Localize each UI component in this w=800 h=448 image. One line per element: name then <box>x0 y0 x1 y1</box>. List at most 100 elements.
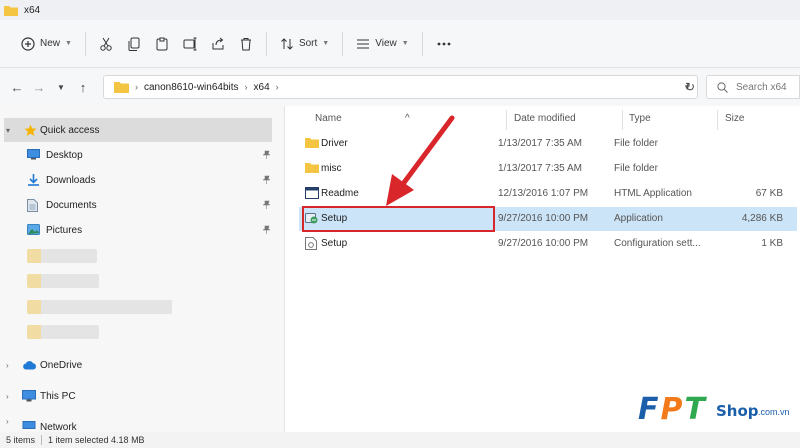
nav-label: Downloads <box>46 174 96 186</box>
search-icon <box>717 81 728 93</box>
address-bar[interactable]: › canon8610-win64bits › x64 › ▼ <box>103 75 698 99</box>
nav-documents[interactable]: Documents <box>0 193 278 217</box>
nav-quick-access[interactable]: ▾ Quick access <box>4 118 272 142</box>
blurred-folder-entry <box>27 249 97 263</box>
pin-icon[interactable] <box>262 200 271 209</box>
file-date: 9/27/2016 10:00 PM <box>498 213 589 224</box>
file-size: 1 KB <box>761 238 783 249</box>
column-divider[interactable] <box>622 110 623 130</box>
up-button[interactable]: ↑ <box>72 74 94 100</box>
share-button[interactable] <box>204 29 232 59</box>
network-icon <box>22 421 36 429</box>
nav-label: Desktop <box>46 149 83 161</box>
expand-arrow-icon[interactable]: ▾ <box>6 126 10 135</box>
arrow-right-icon: → <box>32 79 46 95</box>
file-name: misc <box>321 163 342 174</box>
search-input[interactable]: Search x64 <box>706 75 800 99</box>
folder-icon <box>305 138 319 148</box>
nav-label: OneDrive <box>40 359 83 371</box>
chevron-down-icon: ▼ <box>65 40 72 47</box>
nav-pictures[interactable]: Pictures <box>0 218 278 242</box>
file-row[interactable]: Driver 1/13/2017 7:35 AM File folder <box>299 132 797 156</box>
breadcrumb-separator: › <box>135 82 138 92</box>
watermark-logo: FPT <box>638 392 707 427</box>
file-type: Application <box>614 213 663 224</box>
nav-label: Network <box>40 422 77 430</box>
back-button[interactable]: ← <box>6 74 28 100</box>
folder-icon <box>305 163 319 173</box>
column-header-type[interactable]: Type <box>629 113 651 124</box>
expand-arrow-icon[interactable]: › <box>6 417 9 426</box>
file-date: 1/13/2017 7:35 AM <box>498 138 582 149</box>
column-header-name[interactable]: Name <box>315 113 342 124</box>
rename-button[interactable] <box>176 29 204 59</box>
download-icon <box>28 174 39 186</box>
recent-locations-button[interactable]: ▼ <box>50 74 72 100</box>
file-size: 4,286 KB <box>741 213 783 224</box>
file-type: File folder <box>614 138 658 149</box>
document-icon <box>27 199 38 212</box>
address-row: ← → ▼ ↑ › canon8610-win64bits › x64 › ▼ … <box>0 68 800 106</box>
watermark-domain: .com.vn <box>758 407 790 417</box>
toolbar-divider <box>342 31 344 56</box>
folder-icon <box>114 82 129 93</box>
arrow-up-icon: ↑ <box>79 79 87 95</box>
title-bar: x64 <box>0 0 800 20</box>
chevron-down-icon: ▼ <box>57 82 65 92</box>
column-header-size[interactable]: Size <box>725 113 744 124</box>
sort-button[interactable]: Sort ▼ <box>273 29 336 59</box>
more-options-button[interactable] <box>429 29 459 59</box>
expand-arrow-icon[interactable]: › <box>6 361 9 370</box>
nav-network[interactable]: › Network <box>0 412 278 431</box>
blurred-folder-entry <box>27 325 99 339</box>
folder-icon <box>4 5 18 16</box>
column-divider[interactable] <box>717 110 718 130</box>
file-type: HTML Application <box>614 188 692 199</box>
refresh-button[interactable]: ↻ <box>679 75 701 99</box>
breadcrumb-item[interactable]: x64 <box>254 82 270 93</box>
nav-label: Documents <box>46 199 97 211</box>
nav-desktop[interactable]: Desktop <box>0 143 278 167</box>
plus-circle-icon <box>21 36 35 51</box>
star-icon <box>24 124 37 136</box>
cut-button[interactable] <box>92 29 120 59</box>
arrow-left-icon: ← <box>10 79 24 95</box>
file-date: 12/13/2016 1:07 PM <box>498 188 589 199</box>
column-header-date[interactable]: Date modified <box>514 113 576 124</box>
expand-arrow-icon[interactable]: › <box>6 392 9 401</box>
breadcrumb-separator: › <box>244 82 248 92</box>
annotation-arrow-icon <box>386 115 455 206</box>
file-row[interactable]: Setup 9/27/2016 10:00 PM Configuration s… <box>299 232 797 256</box>
scissors-icon <box>100 37 112 51</box>
file-row[interactable]: Readme 12/13/2016 1:07 PM HTML Applicati… <box>299 182 797 206</box>
rename-icon <box>183 37 197 50</box>
file-type: File folder <box>614 163 658 174</box>
toolbar-divider <box>265 31 267 56</box>
view-button[interactable]: View ▼ <box>349 29 415 59</box>
delete-button[interactable] <box>232 29 260 59</box>
pin-icon[interactable] <box>262 225 271 234</box>
breadcrumb-item[interactable]: canon8610-win64bits <box>144 82 239 93</box>
sort-icon <box>281 37 293 50</box>
file-row[interactable]: misc 1/13/2017 7:35 AM File folder <box>299 157 797 181</box>
nav-onedrive[interactable]: › OneDrive <box>0 353 278 377</box>
nav-downloads[interactable]: Downloads <box>0 168 278 192</box>
blurred-folder-entry <box>27 300 172 314</box>
paste-button[interactable] <box>148 29 176 59</box>
pin-icon[interactable] <box>262 150 271 159</box>
pin-icon[interactable] <box>262 175 271 184</box>
file-name: Setup <box>321 238 348 249</box>
nav-this-pc[interactable]: › This PC <box>0 384 278 408</box>
forward-button[interactable]: → <box>28 74 50 100</box>
pictures-icon <box>27 224 40 235</box>
blurred-folder-entry <box>27 274 99 288</box>
copy-button[interactable] <box>120 29 148 59</box>
file-name: Driver <box>321 138 348 149</box>
command-bar: New ▼ Sort ▼ View ▼ <box>0 20 800 68</box>
clipboard-icon <box>156 37 168 50</box>
new-button[interactable]: New ▼ <box>14 29 79 59</box>
column-divider[interactable] <box>506 110 507 130</box>
nav-label: Quick access <box>40 124 100 136</box>
toolbar-divider <box>84 31 86 56</box>
file-type: Configuration sett... <box>614 238 701 249</box>
